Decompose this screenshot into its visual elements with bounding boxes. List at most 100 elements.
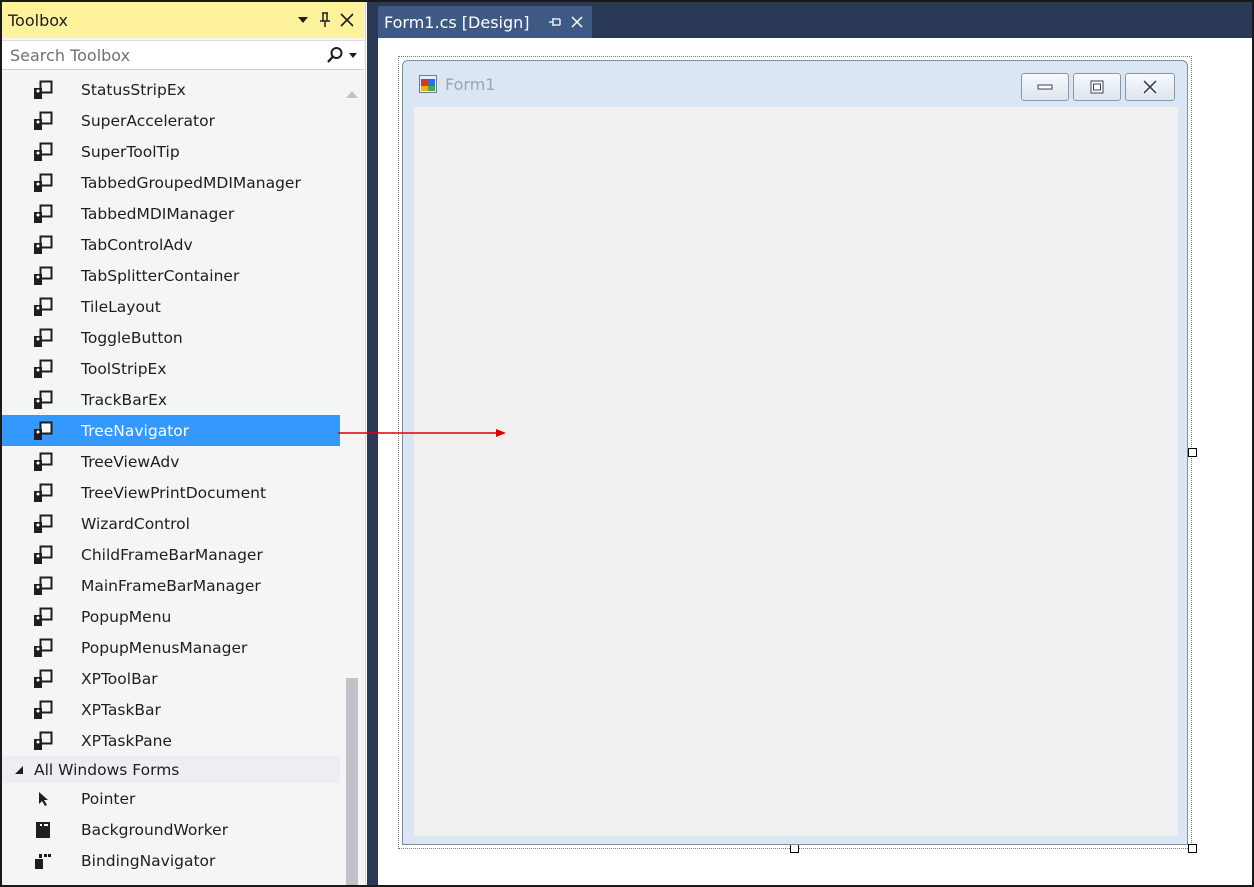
maximize-icon xyxy=(1090,80,1104,94)
toolbox-item-label: TreeViewAdv xyxy=(81,452,180,471)
toolbox-item-label: MainFrameBarManager xyxy=(81,576,261,595)
search-icon[interactable] xyxy=(324,44,346,66)
design-surface[interactable]: Form1 xyxy=(378,38,1252,885)
minimize-button[interactable] xyxy=(1021,73,1069,101)
close-icon[interactable] xyxy=(566,16,588,28)
toolbox-item-list: StatusStripEx SuperAccelerator SuperToolTi… xyxy=(2,74,340,885)
toolbox-item[interactable]: ToggleButton xyxy=(2,322,340,353)
pin-icon[interactable] xyxy=(314,9,336,31)
toolbox-item-label: ChildFrameBarManager xyxy=(81,545,263,564)
toolbox-item[interactable]: Pointer xyxy=(2,783,340,814)
component-icon xyxy=(32,358,54,380)
toolbox-group-header[interactable]: All Windows Forms xyxy=(2,756,340,783)
toolbox-search-bar xyxy=(2,40,364,70)
toolbox-item-label: TabSplitterContainer xyxy=(81,266,240,285)
component-icon xyxy=(32,606,54,628)
tab-label: Form1.cs [Design] xyxy=(384,12,530,32)
toolbox-item[interactable]: TrackBarEx xyxy=(2,384,340,415)
toolbox-item[interactable]: TreeViewAdv xyxy=(2,446,340,477)
toolbox-item[interactable]: XPTaskPane xyxy=(2,725,340,756)
component-icon xyxy=(32,513,54,535)
toolbox-item[interactable]: SuperAccelerator xyxy=(2,105,340,136)
close-icon[interactable] xyxy=(336,9,358,31)
resize-handle-bottom-right[interactable] xyxy=(1188,844,1197,853)
component-icon xyxy=(32,265,54,287)
toolbox-item-label: XPTaskPane xyxy=(81,731,172,750)
toolbox-item[interactable]: TileLayout xyxy=(2,291,340,322)
toolbox-item[interactable]: XPToolBar xyxy=(2,663,340,694)
toolbox-panel: Toolbox StatusStripEx SuperAccelerator Sup… xyxy=(2,2,366,885)
search-input[interactable] xyxy=(2,41,324,69)
toolbox-title: Toolbox xyxy=(8,10,68,30)
toolbox-item[interactable]: PopupMenu xyxy=(2,601,340,632)
pin-icon[interactable] xyxy=(544,16,566,28)
toolbox-item-label: SuperToolTip xyxy=(81,142,180,161)
toolbox-item[interactable]: ChildFrameBarManager xyxy=(2,539,340,570)
toolbox-scrollbar[interactable] xyxy=(340,74,364,885)
component-icon xyxy=(32,637,54,659)
toolbox-item-label: XPTaskBar xyxy=(81,700,161,719)
pointer-icon xyxy=(32,788,54,810)
toolbox-item[interactable]: TreeNavigator xyxy=(2,415,340,446)
component-icon xyxy=(32,451,54,473)
toolbox-item-label: TreeNavigator xyxy=(81,421,190,440)
expanded-triangle-icon[interactable] xyxy=(14,764,26,776)
toolbox-item-label: BindingNavigator xyxy=(81,851,216,870)
toolbox-item[interactable]: PopupMenusManager xyxy=(2,632,340,663)
component-icon xyxy=(32,79,54,101)
window-position-dropdown-icon[interactable] xyxy=(292,9,314,31)
component-icon xyxy=(32,296,54,318)
form-close-button[interactable] xyxy=(1125,73,1175,101)
toolbox-item-label: TabControlAdv xyxy=(81,235,193,254)
drag-arrow-annotation xyxy=(338,429,506,437)
toolbox-item-label: StatusStripEx xyxy=(81,80,186,99)
toolbox-item[interactable]: TreeViewPrintDocument xyxy=(2,477,340,508)
tab-form1-design[interactable]: Form1.cs [Design] xyxy=(378,6,592,38)
component-icon xyxy=(32,575,54,597)
component-icon xyxy=(32,544,54,566)
toolbox-item[interactable]: StatusStripEx xyxy=(2,74,340,105)
component-icon xyxy=(32,203,54,225)
resize-handle-right[interactable] xyxy=(1188,448,1197,457)
screenshot-frame: Toolbox StatusStripEx SuperAccelerator Sup… xyxy=(0,0,1254,887)
toolbox-item-label: PopupMenu xyxy=(81,607,172,626)
component-icon xyxy=(32,389,54,411)
toolbox-item[interactable]: WizardControl xyxy=(2,508,340,539)
toolbox-item[interactable]: BackgroundWorker xyxy=(2,814,340,845)
document-well-edge xyxy=(367,38,378,885)
toolbox-item[interactable]: TabbedGroupedMDIManager xyxy=(2,167,340,198)
group-label: All Windows Forms xyxy=(34,760,180,779)
component-icon xyxy=(32,699,54,721)
search-options-dropdown-icon[interactable] xyxy=(346,44,360,66)
component-icon xyxy=(32,730,54,752)
component-icon xyxy=(32,110,54,132)
toolbox-item[interactable]: TabbedMDIManager xyxy=(2,198,340,229)
designer-area: Form1.cs [Design] Form1 xyxy=(367,2,1252,885)
component-icon xyxy=(32,482,54,504)
toolbox-item-label: TileLayout xyxy=(81,297,161,316)
component-icon xyxy=(32,234,54,256)
toolbox-item[interactable]: TabControlAdv xyxy=(2,229,340,260)
toolbox-item[interactable]: SuperToolTip xyxy=(2,136,340,167)
toolbox-title-bar: Toolbox xyxy=(2,2,364,38)
resize-handle-bottom[interactable] xyxy=(790,844,799,853)
toolbox-item-label: WizardControl xyxy=(81,514,190,533)
maximize-button[interactable] xyxy=(1073,73,1121,101)
form-caption: Form1 xyxy=(445,74,496,94)
toolbox-item[interactable]: BindingNavigator xyxy=(2,845,340,876)
scroll-up-arrow-icon[interactable] xyxy=(345,84,359,98)
component-icon xyxy=(32,668,54,690)
toolbox-item-label: TreeViewPrintDocument xyxy=(81,483,267,502)
toolbox-item[interactable]: ToolStripEx xyxy=(2,353,340,384)
form1-window[interactable]: Form1 xyxy=(402,60,1188,845)
component-icon xyxy=(32,327,54,349)
toolbox-item-label: XPToolBar xyxy=(81,669,158,688)
scrollbar-thumb[interactable] xyxy=(346,678,358,885)
form1-client-area[interactable] xyxy=(414,107,1178,836)
toolbox-item-label: TrackBarEx xyxy=(81,390,168,409)
form-app-icon xyxy=(419,75,437,93)
toolbox-item[interactable]: XPTaskBar xyxy=(2,694,340,725)
toolbox-item[interactable]: TabSplitterContainer xyxy=(2,260,340,291)
toolbox-item[interactable]: MainFrameBarManager xyxy=(2,570,340,601)
toolbox-item-label: PopupMenusManager xyxy=(81,638,248,657)
